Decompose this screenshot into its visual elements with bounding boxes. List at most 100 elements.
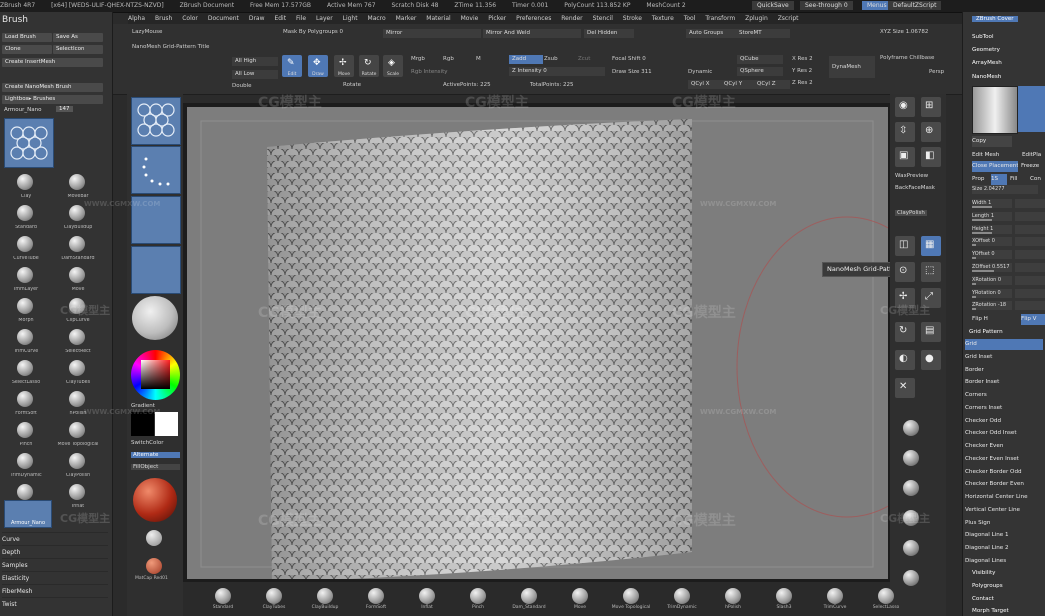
menu-preferences[interactable]: Preferences xyxy=(516,15,551,22)
bottom-brush-icon[interactable] xyxy=(572,588,588,604)
grid-pattern-option[interactable]: Horizontal Center Line xyxy=(965,492,1043,503)
menu-movie[interactable]: Movie xyxy=(461,15,479,22)
menu-draw[interactable]: Draw xyxy=(249,15,265,22)
nanomesh-preview-thumb[interactable] xyxy=(972,86,1018,134)
menu-brush[interactable]: Brush xyxy=(155,15,172,22)
dynamesh-button[interactable]: DynaMesh xyxy=(829,56,875,78)
matcap-red-small-ball[interactable] xyxy=(146,558,162,574)
brush-subpalette-curve[interactable]: Curve xyxy=(2,532,108,546)
menu-document[interactable]: Document xyxy=(208,15,239,22)
qcyl-x-button[interactable]: QCyl X xyxy=(688,80,724,89)
placement-slider[interactable]: ZOffset 0.5517 xyxy=(972,263,1012,272)
rgb-button[interactable]: Rgb xyxy=(443,56,454,62)
placement-variation-slider[interactable] xyxy=(1015,237,1045,247)
mirror-button[interactable]: Mirror xyxy=(383,29,481,38)
shelf-button[interactable]: ▣ xyxy=(895,147,915,167)
grid-pattern-option[interactable]: Diagonal Lines xyxy=(965,556,1043,567)
grid-pattern-option[interactable]: Plus Sign xyxy=(965,518,1043,529)
shelf-brush-ball-icon[interactable] xyxy=(903,450,919,466)
menu-render[interactable]: Render xyxy=(561,15,582,22)
claypolish-button[interactable]: ClayPolish xyxy=(895,210,927,216)
focal-shift-slider[interactable]: Focal Shift 0 xyxy=(612,56,646,62)
shelf-button[interactable]: ◐ xyxy=(895,350,915,370)
bottom-brush-icon[interactable] xyxy=(776,588,792,604)
rotate-mode-button[interactable]: ↻ Rotate xyxy=(359,55,379,77)
backfacemask-button[interactable]: BackFaceMask xyxy=(895,185,935,191)
menu-edit[interactable]: Edit xyxy=(274,15,286,22)
material-thumb[interactable] xyxy=(132,296,178,340)
menu-file[interactable]: File xyxy=(296,15,306,22)
menu-alpha[interactable]: Alpha xyxy=(128,15,145,22)
zcut-button[interactable]: Zcut xyxy=(578,56,590,62)
quicksave-button[interactable]: QuickSave xyxy=(752,1,794,10)
waxpreview-button[interactable]: WaxPreview xyxy=(895,173,928,179)
menu-color[interactable]: Color xyxy=(182,15,198,22)
placement-variation-slider[interactable] xyxy=(1015,275,1045,285)
bottom-brush-icon[interactable] xyxy=(266,588,282,604)
nanomesh-slot-thumb[interactable] xyxy=(1018,86,1045,132)
default-script-button[interactable]: DefaultZScript xyxy=(888,1,942,10)
rotate-slider[interactable]: Rotate xyxy=(343,82,361,88)
grid-pattern-option[interactable]: Checker Odd xyxy=(965,416,1043,427)
selected-brush-tile[interactable]: Armour_Nano xyxy=(4,500,52,528)
save-as-button[interactable]: Save As xyxy=(53,33,103,42)
shelf-brush-ball-icon[interactable] xyxy=(903,420,919,436)
placement-variation-slider[interactable] xyxy=(1015,288,1045,298)
shelf-button[interactable]: ✕ xyxy=(895,378,915,398)
menu-zplugin[interactable]: Zplugin xyxy=(745,15,768,22)
draw-mode-button[interactable]: ✥ Draw xyxy=(308,55,328,77)
yres-slider[interactable]: Y Res 2 xyxy=(792,68,812,74)
prop-fill-button[interactable]: Fill xyxy=(1010,174,1024,185)
qsphere-button[interactable]: QSphere xyxy=(737,67,783,76)
edit-placement-button[interactable]: EditPla xyxy=(1022,150,1044,161)
brush-subpalette-twist[interactable]: Twist xyxy=(2,597,108,611)
shelf-button[interactable]: ▦ xyxy=(921,236,941,256)
z-intensity-slider[interactable]: Z Intensity 0 xyxy=(509,67,605,76)
draw-size-slider[interactable]: Draw Size 311 xyxy=(612,69,652,75)
brush-subpalette-depth[interactable]: Depth xyxy=(2,545,108,559)
seethrough-slider[interactable]: See-through 0 xyxy=(800,1,853,10)
placement-variation-slider[interactable] xyxy=(1015,250,1045,260)
storemt-button[interactable]: StoreMT xyxy=(736,29,790,38)
placement-slider[interactable]: YOffset 0 xyxy=(972,250,1012,260)
texture-thumb[interactable] xyxy=(131,246,181,294)
shelf-button[interactable]: ⊞ xyxy=(921,97,941,117)
grid-pattern-option[interactable]: Vertical Center Line xyxy=(965,505,1043,516)
shelf-brush-ball-icon[interactable] xyxy=(903,570,919,586)
grid-pattern-option[interactable]: Grid Inset xyxy=(965,352,1043,363)
mirror-weld-button[interactable]: Mirror And Weld xyxy=(483,29,581,38)
bottom-brush-icon[interactable] xyxy=(878,588,894,604)
flip-v-button[interactable]: Flip V xyxy=(1021,314,1045,325)
grid-pattern-option[interactable]: Corners xyxy=(965,390,1043,401)
lightbox-brushes-button[interactable]: Lightbox▸ Brushes xyxy=(2,95,103,104)
grid-pattern-option[interactable]: Checker Border Odd xyxy=(965,467,1043,478)
move-mode-button[interactable]: ✢ Move xyxy=(334,55,354,77)
menu-stencil[interactable]: Stencil xyxy=(593,15,613,22)
rgb-intensity-slider[interactable]: Rgb Intensity xyxy=(411,69,448,75)
placement-variation-slider[interactable] xyxy=(1015,263,1045,272)
menu-marker[interactable]: Marker xyxy=(396,15,417,22)
contact-subpalette[interactable]: Contact xyxy=(972,594,1045,605)
grid-pattern-option[interactable]: Diagonal Line 2 xyxy=(965,543,1043,554)
auto-groups-button[interactable]: Auto Groups xyxy=(686,29,736,38)
close-placement-button[interactable]: Close Placement xyxy=(972,161,1018,172)
double-button[interactable]: Double xyxy=(232,83,252,89)
prop-con-button[interactable]: Con xyxy=(1030,174,1044,185)
placement-variation-slider[interactable] xyxy=(1015,211,1045,221)
bottom-brush-icon[interactable] xyxy=(521,588,537,604)
material-preview-ball[interactable] xyxy=(146,530,162,546)
mask-polygroups-slider[interactable]: Mask By Polygroups 0 xyxy=(283,29,343,35)
menu-zscript[interactable]: Zscript xyxy=(778,15,799,22)
persp-button[interactable]: Persp xyxy=(929,69,944,75)
alternate-button[interactable]: Alternate xyxy=(131,452,180,458)
menu-material[interactable]: Material xyxy=(426,15,450,22)
menu-texture[interactable]: Texture xyxy=(652,15,674,22)
placement-variation-slider[interactable] xyxy=(1015,199,1045,208)
prop-1s-button[interactable]: 1S xyxy=(991,174,1007,185)
qcyl-y-button[interactable]: QCyl Y xyxy=(721,80,757,89)
grid-pattern-option[interactable]: Border Inset xyxy=(965,377,1043,388)
bottom-brush-icon[interactable] xyxy=(317,588,333,604)
shelf-button[interactable]: ⬚ xyxy=(921,262,941,282)
menu-macro[interactable]: Macro xyxy=(368,15,386,22)
all-low-button[interactable]: All Low xyxy=(232,70,278,79)
